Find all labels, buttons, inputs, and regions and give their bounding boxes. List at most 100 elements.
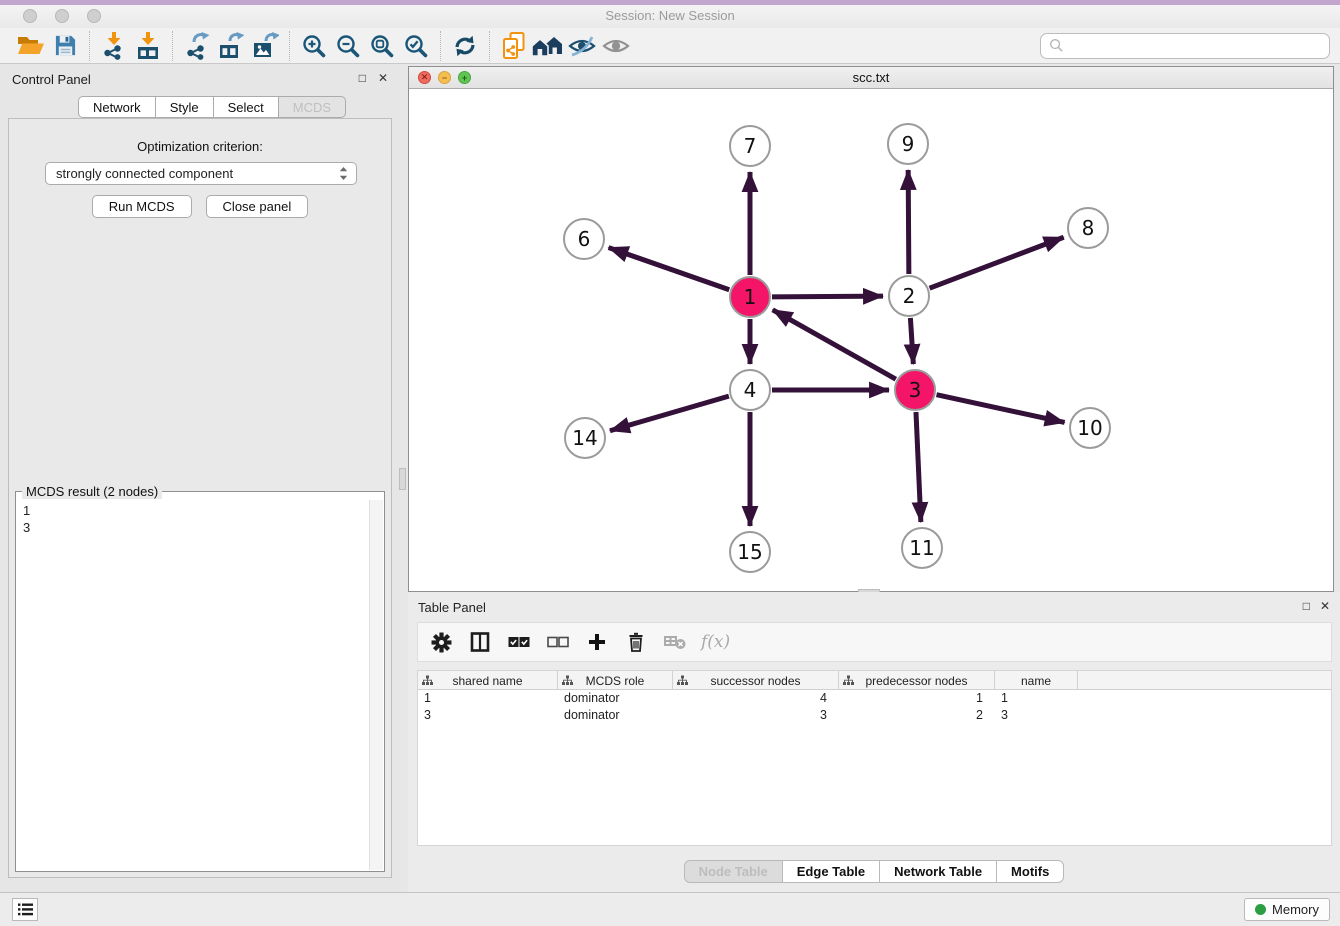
graph-node-11[interactable]: 11 <box>901 527 943 569</box>
import-network-icon[interactable] <box>97 31 131 61</box>
export-table-icon[interactable] <box>214 31 248 61</box>
column-header-successor-nodes[interactable]: successor nodes <box>673 671 839 690</box>
cell-predecessor-nodes[interactable]: 2 <box>839 707 995 724</box>
network-window-titlebar[interactable]: ✕ − + scc.txt <box>409 67 1333 89</box>
graph-node-10[interactable]: 10 <box>1069 407 1111 449</box>
tab-mcds[interactable]: MCDS <box>279 96 346 118</box>
graph-node-9[interactable]: 9 <box>887 123 929 165</box>
show-all-icon[interactable] <box>599 31 633 61</box>
graph-node-7[interactable]: 7 <box>729 125 771 167</box>
task-history-button[interactable] <box>12 898 38 921</box>
close-table-panel-icon[interactable]: ✕ <box>1320 600 1330 612</box>
run-mcds-button[interactable]: Run MCDS <box>92 195 192 218</box>
tab-edge-table[interactable]: Edge Table <box>783 860 880 883</box>
graph-edge-2-9[interactable] <box>908 170 909 274</box>
search-box[interactable] <box>1040 33 1330 59</box>
tab-style[interactable]: Style <box>156 96 214 118</box>
network-window-title: scc.txt <box>409 70 1333 85</box>
zoom-selected-icon[interactable] <box>399 31 433 61</box>
save-session-icon[interactable] <box>48 31 82 61</box>
float-table-panel-icon[interactable]: □ <box>1303 600 1310 612</box>
column-header-predecessor-nodes[interactable]: predecessor nodes <box>839 671 995 690</box>
result-item[interactable]: 3 <box>23 519 369 536</box>
search-input[interactable] <box>1064 36 1329 56</box>
export-image-icon[interactable] <box>248 31 282 61</box>
tab-network[interactable]: Network <box>78 96 156 118</box>
cell-name[interactable]: 3 <box>995 707 1078 724</box>
tab-node-table[interactable]: Node Table <box>684 860 783 883</box>
graph-edge-3-1[interactable] <box>773 310 896 379</box>
graph-edge-3-11[interactable] <box>916 412 921 522</box>
graph-edge-1-6[interactable] <box>609 248 730 290</box>
cell-predecessor-nodes[interactable]: 1 <box>839 690 995 707</box>
toolbar-separator <box>440 31 441 61</box>
close-panel-button[interactable]: Close panel <box>206 195 309 218</box>
float-panel-icon[interactable]: □ <box>359 72 366 84</box>
delete-column-icon[interactable] <box>623 629 649 655</box>
mcds-result-list[interactable]: 13 <box>17 500 369 870</box>
column-header-mcds-role[interactable]: MCDS role <box>558 671 673 690</box>
graph-node-4[interactable]: 4 <box>729 369 771 411</box>
first-neighbors-icon[interactable] <box>531 31 565 61</box>
export-network-icon[interactable] <box>180 31 214 61</box>
graph-node-8[interactable]: 8 <box>1067 207 1109 249</box>
graph-node-15[interactable]: 15 <box>729 531 771 573</box>
control-panel-title: Control Panel <box>12 72 91 87</box>
zoom-fit-icon[interactable] <box>365 31 399 61</box>
show-column-icon[interactable] <box>467 629 493 655</box>
graph-node-3[interactable]: 3 <box>894 369 936 411</box>
cell-mcds-role[interactable]: dominator <box>558 707 673 724</box>
network-view-window: ✕ − + scc.txt 7 9 6 8 1 2 4 3 14 10 15 11 <box>408 66 1334 592</box>
mcds-result-group: MCDS result (2 nodes) 13 <box>15 491 385 872</box>
criterion-dropdown[interactable]: strongly connected component <box>45 162 357 185</box>
column-settings-icon[interactable] <box>428 629 454 655</box>
main-toolbar <box>0 28 1340 64</box>
close-panel-icon[interactable]: ✕ <box>378 72 388 84</box>
network-canvas[interactable]: 7 9 6 8 1 2 4 3 14 10 15 11 <box>409 89 1333 591</box>
function-builder-icon[interactable]: f(x) <box>701 632 730 652</box>
graph-node-1[interactable]: 1 <box>729 276 771 318</box>
mcds-tab-content: Optimization criterion: strongly connect… <box>8 118 392 878</box>
graph-node-14[interactable]: 14 <box>564 417 606 459</box>
result-item[interactable]: 1 <box>23 502 369 519</box>
open-session-icon[interactable] <box>14 31 48 61</box>
tab-motifs[interactable]: Motifs <box>997 860 1064 883</box>
tab-select[interactable]: Select <box>214 96 279 118</box>
graph-edge-1-2[interactable] <box>772 296 883 297</box>
clone-network-icon[interactable] <box>497 31 531 61</box>
toolbar-separator <box>89 31 90 61</box>
cell-successor-nodes[interactable]: 4 <box>673 690 839 707</box>
zoom-out-icon[interactable] <box>331 31 365 61</box>
graph-edge-4-14[interactable] <box>610 396 729 431</box>
mcds-result-title: MCDS result (2 nodes) <box>22 484 162 499</box>
column-header-shared-name[interactable]: shared name <box>418 671 558 690</box>
cell-name[interactable]: 1 <box>995 690 1078 707</box>
cell-successor-nodes[interactable]: 3 <box>673 707 839 724</box>
result-scrollbar[interactable] <box>369 500 383 870</box>
cell-shared-name[interactable]: 1 <box>418 690 558 707</box>
graph-edge-2-8[interactable] <box>930 237 1064 288</box>
hide-selected-icon[interactable] <box>565 31 599 61</box>
refresh-icon[interactable] <box>448 31 482 61</box>
control-panel-tabs: NetworkStyleSelectMCDS <box>78 96 346 118</box>
create-column-icon[interactable] <box>584 629 610 655</box>
zoom-in-icon[interactable] <box>297 31 331 61</box>
graph-node-6[interactable]: 6 <box>563 218 605 260</box>
graph-edge-2-3[interactable] <box>910 318 913 364</box>
tab-network-table[interactable]: Network Table <box>880 860 997 883</box>
cell-shared-name[interactable]: 3 <box>418 707 558 724</box>
select-all-columns-icon[interactable] <box>506 629 532 655</box>
delete-table-icon[interactable] <box>662 629 688 655</box>
import-table-icon[interactable] <box>131 31 165 61</box>
unselect-all-columns-icon[interactable] <box>545 629 571 655</box>
optimization-criterion-label: Optimization criterion: <box>9 139 391 154</box>
graph-edge-3-10[interactable] <box>936 395 1064 423</box>
cell-mcds-role[interactable]: dominator <box>558 690 673 707</box>
search-icon <box>1049 38 1064 53</box>
memory-button[interactable]: Memory <box>1244 898 1330 921</box>
vertical-splitter-grip[interactable] <box>399 468 406 490</box>
graph-node-2[interactable]: 2 <box>888 275 930 317</box>
column-header-name[interactable]: name <box>995 671 1078 690</box>
table-row[interactable]: 1dominator411 <box>418 690 1331 707</box>
table-row[interactable]: 3dominator323 <box>418 707 1331 724</box>
